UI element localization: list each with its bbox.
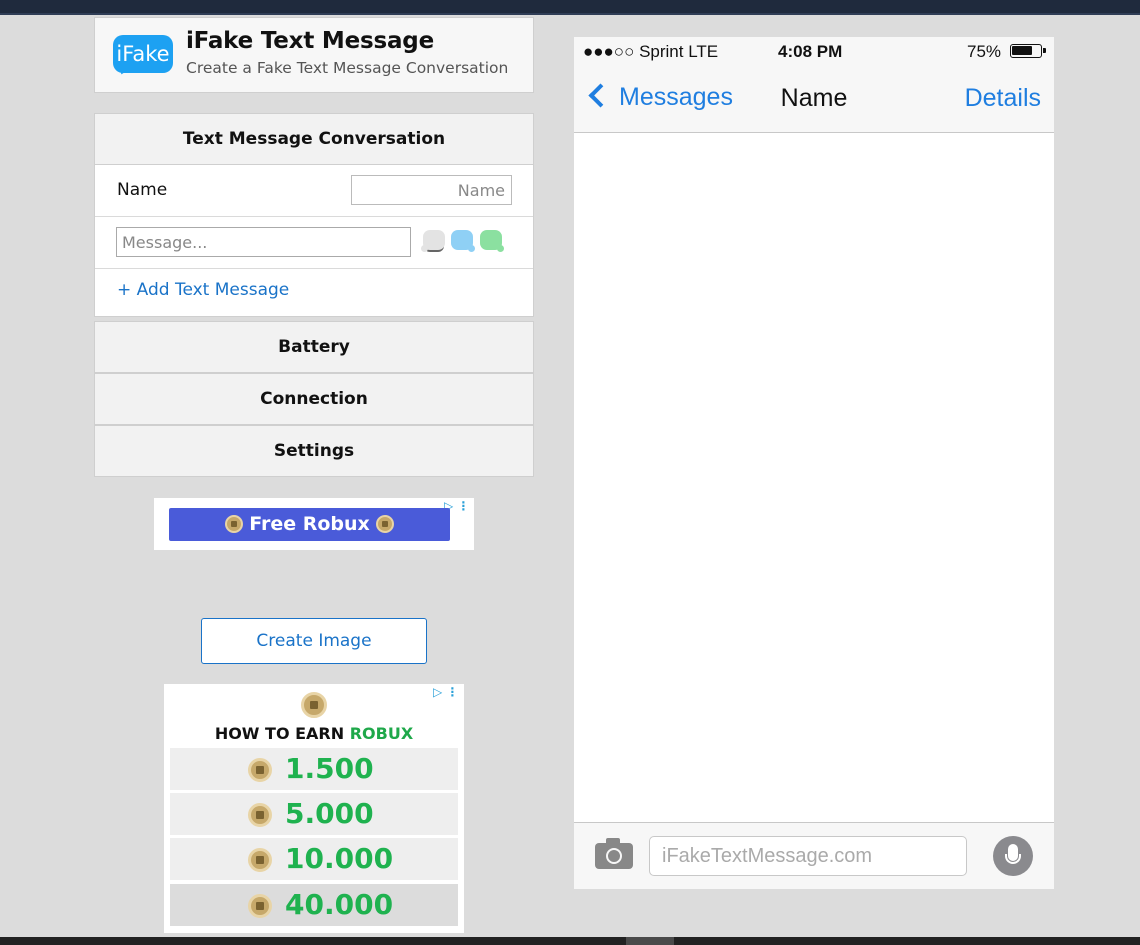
brand-title: iFake Text Message xyxy=(186,28,434,54)
details-button[interactable]: Details xyxy=(965,84,1041,113)
add-message-row: + Add Text Message xyxy=(95,269,533,315)
ad-button-label: Free Robux xyxy=(249,513,370,535)
message-composer xyxy=(574,822,1054,889)
ad-headline: HOW TO EARN ROBUX xyxy=(214,724,414,743)
composer-input[interactable] xyxy=(649,836,967,876)
robux-tier[interactable]: 1.500 xyxy=(170,748,458,790)
brand-subtitle: Create a Fake Text Message Conversation xyxy=(186,59,509,77)
free-robux-ad-button[interactable]: Free Robux xyxy=(169,508,450,541)
robux-coin-icon xyxy=(248,803,272,827)
robux-amount: 40.000 xyxy=(285,888,394,921)
logo-text: iFake xyxy=(113,35,173,73)
adchoices-icon[interactable]: ▷ ⋮ xyxy=(433,685,458,699)
messages-nav-bar: Messages Name Details xyxy=(574,65,1054,133)
add-text-message-link[interactable]: + Add Text Message xyxy=(117,280,289,300)
browser-top-bar xyxy=(0,0,1140,15)
robux-coin-icon xyxy=(248,894,272,918)
message-thread xyxy=(574,134,1054,822)
brand-header: iFake iFake Text Message Create a Fake T… xyxy=(94,17,534,93)
taskbar xyxy=(0,937,1140,945)
battery-percent: 75% xyxy=(967,42,1002,61)
advertisement-box[interactable]: ▷ ⋮ HOW TO EARN ROBUX 1.500 5.000 10.000… xyxy=(164,684,464,933)
sms-bubble-option[interactable] xyxy=(480,230,504,252)
robux-amount: 5.000 xyxy=(285,797,374,830)
received-bubble-option[interactable] xyxy=(421,230,445,252)
advertisement-banner[interactable]: ▷ ⋮ Free Robux xyxy=(154,498,474,550)
robux-tier[interactable]: 40.000 xyxy=(170,884,458,926)
taskbar-tab[interactable] xyxy=(626,937,674,945)
create-image-button[interactable]: Create Image xyxy=(201,618,427,664)
phone-preview: ●●●○○ Sprint LTE 4:08 PM 75% Messages Na… xyxy=(574,37,1054,889)
battery-icon xyxy=(1010,44,1046,58)
robux-tier[interactable]: 10.000 xyxy=(170,838,458,880)
name-label: Name xyxy=(117,180,168,200)
status-time: 4:08 PM xyxy=(778,42,843,61)
status-bar: ●●●○○ Sprint LTE 4:08 PM 75% xyxy=(574,37,1054,65)
connection-section[interactable]: Connection xyxy=(94,373,534,425)
contact-name-input[interactable] xyxy=(351,175,512,205)
microphone-icon[interactable] xyxy=(993,836,1033,876)
message-row xyxy=(95,217,533,269)
conversation-panel: Text Message Conversation Name + Add Tex… xyxy=(94,113,534,317)
imessage-bubble-option[interactable] xyxy=(451,230,475,252)
robux-coin-icon xyxy=(248,848,272,872)
message-input[interactable] xyxy=(116,227,411,257)
robux-amount: 1.500 xyxy=(285,752,374,785)
robux-amount: 10.000 xyxy=(285,842,394,875)
camera-icon[interactable] xyxy=(595,838,633,869)
robux-coin-icon xyxy=(248,758,272,782)
carrier-signal: ●●●○○ Sprint LTE xyxy=(583,42,719,61)
settings-section[interactable]: Settings xyxy=(94,425,534,477)
ifake-logo: iFake xyxy=(113,35,173,78)
name-row: Name xyxy=(95,165,533,217)
battery-section[interactable]: Battery xyxy=(94,321,534,373)
robux-coin-icon xyxy=(224,515,243,533)
robux-coin-icon xyxy=(376,515,395,533)
robux-coin-icon xyxy=(301,692,327,718)
conversation-panel-heading[interactable]: Text Message Conversation xyxy=(95,114,533,165)
robux-tier[interactable]: 5.000 xyxy=(170,793,458,835)
